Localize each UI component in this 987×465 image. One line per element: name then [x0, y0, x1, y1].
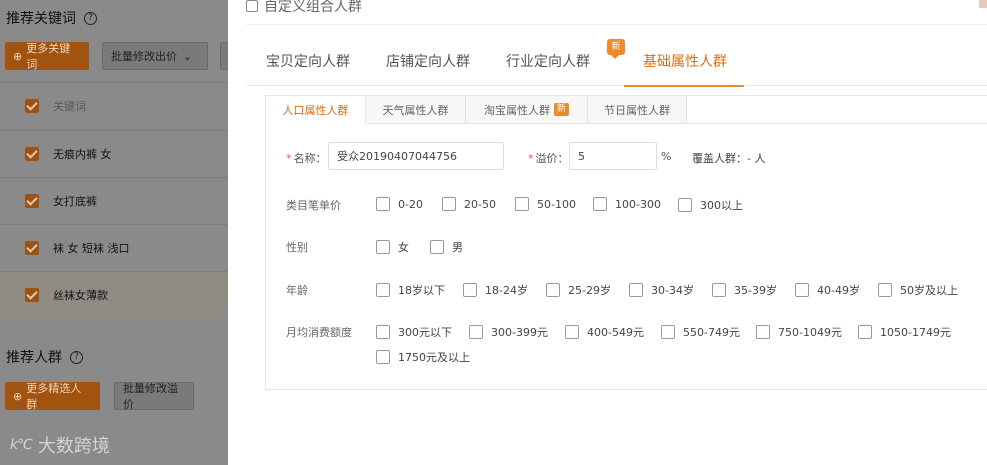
select-all-checkbox[interactable] — [25, 99, 39, 113]
option-checkbox[interactable]: 300-399元 — [469, 324, 548, 340]
keyword-checkbox[interactable] — [25, 288, 39, 302]
panel-title-icon — [246, 0, 258, 12]
keyword-row[interactable]: 丝袜女薄款 — [0, 271, 228, 318]
option-checkbox[interactable]: 25-29岁 — [546, 282, 611, 298]
option-checkbox[interactable]: 男 — [430, 239, 463, 255]
subtab-taobao[interactable]: 淘宝属性人群 新 — [466, 96, 588, 124]
row-label-age: 年龄 — [286, 284, 308, 297]
option-checkbox[interactable]: 40-49岁 — [795, 282, 860, 298]
tab-basic-attribute-audience[interactable]: 基础属性人群 — [643, 36, 727, 86]
keyword-checkbox[interactable] — [25, 241, 39, 255]
option-checkbox[interactable]: 18-24岁 — [463, 282, 528, 298]
option-checkbox[interactable]: 100-300 — [593, 197, 661, 211]
checkbox[interactable] — [376, 350, 390, 364]
checkbox[interactable] — [376, 197, 390, 211]
active-tab-indicator — [624, 85, 744, 87]
premium-input[interactable]: 5 — [569, 142, 657, 170]
keyword-row[interactable]: 袜 女 短袜 浅口 — [0, 224, 228, 271]
checkbox[interactable] — [629, 283, 643, 297]
option-checkbox[interactable]: 50-100 — [515, 197, 576, 211]
divider — [246, 24, 987, 25]
name-label: * 名称： — [286, 152, 327, 165]
option-checkbox[interactable]: 550-749元 — [661, 324, 740, 340]
divider — [687, 123, 987, 124]
checkbox[interactable] — [795, 283, 809, 297]
help-icon[interactable]: ? — [70, 350, 83, 364]
checkbox[interactable] — [515, 197, 529, 211]
checkbox[interactable] — [858, 325, 872, 339]
percent-unit: % — [661, 150, 672, 163]
option-checkbox[interactable]: 35-39岁 — [712, 282, 777, 298]
custom-audience-panel: 自定义组合人群 宝贝定向人群 店铺定向人群 行业定向人群 新 基础属性人群 人口… — [228, 0, 987, 465]
main-tabs: 宝贝定向人群 店铺定向人群 行业定向人群 新 基础属性人群 — [246, 36, 987, 87]
checkbox[interactable] — [463, 283, 477, 297]
option-checkbox[interactable]: 300以上 — [678, 197, 743, 213]
checkbox[interactable] — [546, 283, 560, 297]
keyword-header-row: 关键词 — [0, 82, 228, 129]
name-input[interactable]: 受众20190407044756 — [328, 142, 504, 170]
close-icon[interactable] — [979, 0, 987, 8]
option-checkbox[interactable]: 1750元及以上 — [376, 349, 470, 365]
more-audience-button[interactable]: ⊕ 更多精选人群 — [5, 382, 100, 411]
row-label-monthly-spend: 月均消费额度 — [286, 326, 352, 339]
panel-title: 自定义组合人群 — [264, 0, 362, 15]
checkbox[interactable] — [678, 198, 692, 212]
checkbox[interactable] — [442, 197, 456, 211]
checkbox[interactable] — [756, 325, 770, 339]
keyword-row[interactable]: 女打底裤 — [0, 177, 228, 224]
row-label-gender: 性别 — [286, 241, 308, 254]
option-checkbox[interactable]: 1050-1749元 — [858, 324, 951, 340]
plus-circle-icon: ⊕ — [13, 389, 23, 403]
checkbox[interactable] — [661, 325, 675, 339]
batch-modify-premium-button[interactable]: 批量修改溢价 — [114, 382, 194, 411]
checkbox[interactable] — [376, 325, 390, 339]
checkbox[interactable] — [430, 240, 444, 254]
batch-modify-bid-button[interactable]: 批量修改出价 ⌄ — [102, 42, 208, 70]
chevron-down-icon: ⌄ — [183, 49, 193, 63]
subtab-demographic[interactable]: 人口属性人群 — [266, 96, 366, 124]
watermark: k℃ 大数跨境 — [10, 436, 110, 457]
checkbox[interactable] — [376, 283, 390, 297]
checkbox[interactable] — [376, 240, 390, 254]
plus-circle-icon: ⊕ — [13, 49, 23, 63]
option-checkbox[interactable]: 18岁以下 — [376, 282, 445, 298]
option-checkbox[interactable]: 750-1049元 — [756, 324, 842, 340]
keyword-checkbox[interactable] — [25, 147, 39, 161]
tab-store-audience[interactable]: 店铺定向人群 — [386, 36, 470, 86]
checkbox[interactable] — [469, 325, 483, 339]
sub-tab-panel: 人口属性人群 天气属性人群 淘宝属性人群 新 节日属性人群 * 名称： 受众201… — [265, 95, 987, 390]
recommended-keywords-title: 推荐关键词 ? — [6, 8, 97, 28]
premium-label: * 溢价： — [528, 152, 569, 165]
option-checkbox[interactable]: 400-549元 — [565, 324, 644, 340]
option-checkbox[interactable]: 0-20 — [376, 197, 423, 211]
row-label-category-price: 类目笔单价 — [286, 199, 341, 212]
option-checkbox[interactable]: 20-50 — [442, 197, 496, 211]
keyword-checkbox[interactable] — [25, 194, 39, 208]
background-page: 推荐关键词 ? ⊕ 更多关键词 批量修改出价 ⌄ 关键词 无痕内裤 女 女打底裤… — [0, 0, 228, 465]
sub-tabs: 人口属性人群 天气属性人群 淘宝属性人群 新 节日属性人群 — [266, 96, 687, 124]
checkbox[interactable] — [878, 283, 892, 297]
watermark-logo: k℃ — [10, 437, 33, 453]
new-badge: 新 — [553, 103, 569, 116]
keyword-row[interactable]: 无痕内裤 女 — [0, 130, 228, 177]
panel-header: 自定义组合人群 — [246, 0, 362, 18]
more-keywords-button[interactable]: ⊕ 更多关键词 — [5, 42, 89, 71]
new-badge: 新 — [607, 39, 625, 59]
checkbox[interactable] — [593, 197, 607, 211]
option-checkbox[interactable]: 女 — [376, 239, 409, 255]
subtab-holiday[interactable]: 节日属性人群 — [588, 96, 687, 124]
coverage-text: 覆盖人群：- 人 — [692, 152, 766, 165]
subtab-weather[interactable]: 天气属性人群 — [366, 96, 466, 124]
option-checkbox[interactable]: 300元以下 — [376, 324, 452, 340]
option-checkbox[interactable]: 50岁及以上 — [878, 282, 958, 298]
checkbox[interactable] — [712, 283, 726, 297]
tab-industry-audience[interactable]: 行业定向人群 — [506, 36, 590, 86]
checkbox[interactable] — [565, 325, 579, 339]
help-icon[interactable]: ? — [84, 11, 97, 25]
toolbar-button-partial[interactable] — [220, 42, 228, 70]
option-checkbox[interactable]: 30-34岁 — [629, 282, 694, 298]
tab-product-audience[interactable]: 宝贝定向人群 — [266, 36, 350, 86]
recommended-audience-title: 推荐人群 ? — [6, 347, 83, 367]
